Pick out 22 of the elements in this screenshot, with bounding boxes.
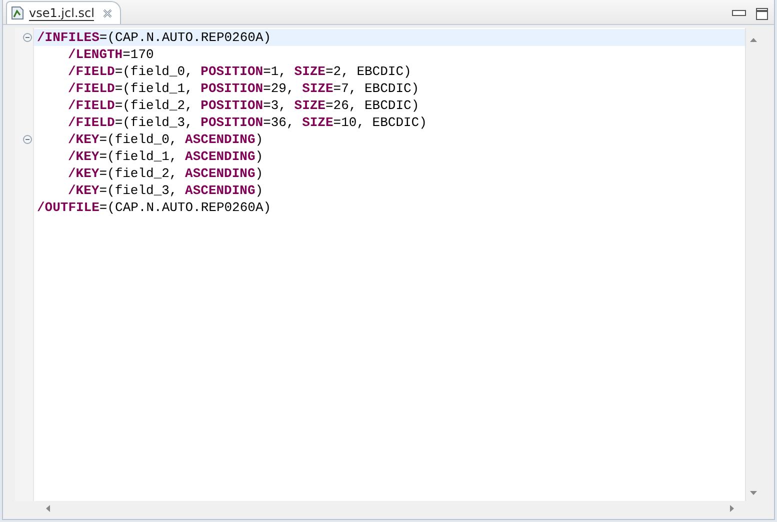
scroll-left-icon[interactable] <box>46 505 50 512</box>
close-icon[interactable] <box>103 8 112 18</box>
code-line: /LENGTH=170 <box>67 47 154 62</box>
code-line: /FIELD=(field_1, POSITION=29, SIZE=7, EBCDIC) <box>67 81 420 96</box>
code-line: /KEY=(field_2, ASCENDING) <box>67 166 264 181</box>
code-line: /OUTFILE=(CAP.N.AUTO.REP0260A) <box>37 200 272 215</box>
editor-tab[interactable]: vse1.jcl.scl <box>6 1 122 24</box>
code-line: /KEY=(field_0, ASCENDING) <box>67 132 264 147</box>
code-line: /FIELD=(field_3, POSITION=36, SIZE=10, EBCDIC) <box>67 115 427 130</box>
code-line: /KEY=(field_1, ASCENDING) <box>67 149 264 164</box>
minimize-icon[interactable] <box>732 10 746 18</box>
collapse-icon[interactable] <box>23 33 32 42</box>
file-icon <box>11 6 24 20</box>
maximize-icon[interactable] <box>756 8 768 20</box>
scroll-right-icon[interactable] <box>730 505 734 512</box>
scroll-up-icon[interactable] <box>750 38 757 42</box>
code-line: /KEY=(field_3, ASCENDING) <box>67 183 264 198</box>
code-line: /FIELD=(field_2, POSITION=3, SIZE=26, EBCDIC) <box>67 98 420 113</box>
code-line: /INFILES=(CAP.N.AUTO.REP0260A) <box>37 30 272 45</box>
code-line: /FIELD=(field_0, POSITION=1, SIZE=2, EBCDIC) <box>67 64 412 79</box>
collapse-icon[interactable] <box>23 135 32 144</box>
scroll-down-icon[interactable] <box>750 491 757 495</box>
